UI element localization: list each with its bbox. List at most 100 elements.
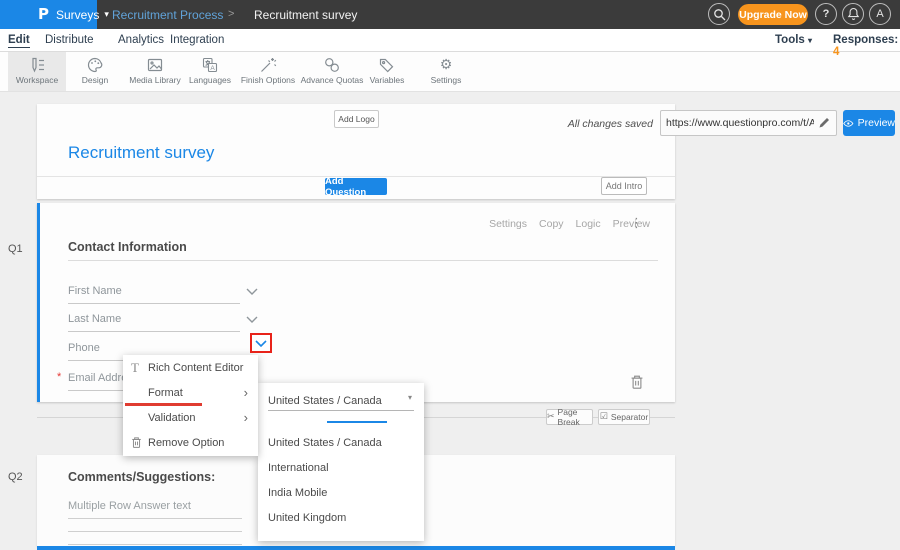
answer-underline [68, 531, 242, 532]
toolbar-item-finish-options[interactable]: Finish Options [237, 52, 299, 91]
format-option-international[interactable]: International [268, 462, 329, 474]
next-question-top-bar [37, 546, 675, 550]
breadcrumb-folder[interactable]: Recruitment Process [112, 8, 223, 22]
question-title-q2[interactable]: Comments/Suggestions: [68, 470, 215, 484]
toolbar-label: Finish Options [237, 75, 299, 85]
svg-text:A: A [210, 65, 215, 72]
preview-label: Preview [858, 117, 895, 129]
answer-underline [68, 544, 242, 545]
toolbar-item-languages[interactable]: A Languages [185, 52, 235, 91]
toolbar-item-media-library[interactable]: Media Library [123, 52, 187, 91]
toolbar-item-design[interactable]: Design [72, 52, 118, 91]
question-logic-link[interactable]: Logic [576, 218, 601, 230]
editor-tabbar: Edit Distribute Analytics Integration To… [0, 29, 900, 52]
add-logo-label: Add Logo [338, 114, 374, 124]
toolbar-label: Media Library [123, 75, 187, 85]
menu-item-label: Rich Content Editor [148, 362, 243, 374]
toolbar-item-settings[interactable]: ⚙ Settings [421, 52, 471, 91]
separator-button[interactable]: ☑ Separator [598, 409, 650, 425]
trash-icon [131, 436, 148, 449]
menu-item-rich-content-editor[interactable]: T Rich Content Editor [123, 355, 258, 380]
survey-url-field[interactable]: https://www.questionpro.com/t/APNrFZ [660, 110, 837, 136]
avatar[interactable]: A [869, 3, 891, 25]
workspace-toolbar: Workspace Design Media Library A Languag… [0, 52, 900, 92]
field-underline [68, 331, 240, 332]
more-options-icon[interactable]: ⋮ [630, 216, 643, 231]
menu-item-validation[interactable]: Validation › [123, 405, 258, 430]
toolbar-label: Design [72, 75, 118, 85]
checkbox-icon: ☑ [600, 412, 608, 422]
notifications-button[interactable] [842, 3, 864, 25]
toolbar-label: Workspace [8, 75, 66, 85]
add-question-label: Add Question [325, 176, 387, 198]
active-indicator-bar [327, 421, 387, 423]
add-intro-button[interactable]: Add Intro [601, 177, 647, 195]
edit-url-button[interactable] [818, 116, 831, 129]
tab-edit[interactable]: Edit [8, 34, 30, 48]
format-highlight-underline [125, 403, 202, 406]
search-button[interactable] [708, 3, 730, 25]
question-number-q1: Q1 [8, 243, 23, 255]
format-option-united-kingdom[interactable]: United Kingdom [268, 512, 346, 524]
questionpro-survey-editor: P Surveys ▾ Recruitment Process > Recrui… [0, 0, 900, 550]
submenu-arrow-icon: › [244, 386, 248, 399]
question-settings-link[interactable]: Settings [489, 218, 527, 230]
menu-item-label: Remove Option [148, 437, 224, 449]
trash-icon [630, 374, 644, 390]
surveys-menu[interactable]: P Surveys ▾ [0, 0, 97, 29]
help-button[interactable]: ? [815, 3, 837, 25]
field-underline [68, 303, 240, 304]
pencil-icon [818, 116, 831, 129]
toolbar-item-variables[interactable]: Variables [362, 52, 412, 91]
tab-distribute[interactable]: Distribute [45, 34, 94, 46]
toolbar-label: Languages [185, 75, 235, 85]
question-copy-link[interactable]: Copy [539, 218, 564, 230]
breadcrumb-survey: Recruitment survey [254, 8, 357, 22]
tools-menu[interactable]: Tools ▾ [775, 34, 812, 46]
design-icon [86, 56, 104, 74]
product-name: Surveys [56, 8, 99, 22]
languages-icon: A [201, 56, 219, 74]
field-label-phone[interactable]: Phone [68, 342, 100, 354]
responses-link[interactable]: Responses: 4 [833, 34, 900, 58]
multirow-answer-placeholder[interactable]: Multiple Row Answer text [68, 500, 191, 512]
top-navbar: P Surveys ▾ Recruitment Process > Recrui… [0, 0, 900, 29]
toolbar-item-workspace[interactable]: Workspace [8, 52, 66, 91]
toolbar-label: Advance Quotas [300, 75, 364, 85]
tab-integration[interactable]: Integration [170, 34, 224, 46]
toolbar-item-advance-quotas[interactable]: Advance Quotas [300, 52, 364, 91]
tab-analytics[interactable]: Analytics [118, 34, 164, 46]
field-label-last-name[interactable]: Last Name [68, 313, 121, 325]
format-option-us-canada[interactable]: United States / Canada [268, 437, 382, 449]
divider [68, 260, 658, 261]
finish-options-icon [259, 56, 277, 74]
highlight-red-box[interactable] [250, 333, 272, 353]
questionpro-logo-icon: P [38, 7, 49, 22]
format-option-india-mobile[interactable]: India Mobile [268, 487, 327, 499]
text-icon: T [131, 360, 148, 376]
menu-item-label: Format [148, 387, 183, 399]
separator-label: Separator [611, 412, 648, 422]
avatar-initial: A [876, 8, 883, 20]
add-question-button[interactable]: Add Question [325, 178, 387, 195]
scissors-icon: ✂ [547, 412, 555, 422]
preview-button[interactable]: Preview [843, 110, 895, 136]
delete-question-button[interactable] [630, 374, 644, 390]
add-intro-label: Add Intro [606, 181, 643, 191]
field-options-chevron-icon[interactable] [246, 316, 258, 323]
responses-count: 4 [833, 46, 839, 58]
menu-item-remove-option[interactable]: Remove Option [123, 430, 258, 455]
survey-title[interactable]: Recruitment survey [68, 143, 214, 163]
upgrade-now-button[interactable]: Upgrade Now [738, 4, 808, 25]
format-selected-value: United States / Canada [268, 395, 382, 407]
question-title-q1[interactable]: Contact Information [68, 240, 187, 254]
add-logo-button[interactable]: Add Logo [334, 110, 379, 128]
field-label-first-name[interactable]: First Name [68, 285, 122, 297]
field-options-chevron-icon[interactable] [246, 288, 258, 295]
page-break-button[interactable]: ✂ Page Break [546, 409, 593, 425]
format-select[interactable]: United States / Canada ▾ [268, 391, 414, 409]
search-icon [713, 8, 726, 21]
upgrade-now-label: Upgrade Now [739, 9, 807, 21]
menu-item-format[interactable]: Format › [123, 380, 258, 405]
settings-icon: ⚙ [421, 56, 471, 74]
